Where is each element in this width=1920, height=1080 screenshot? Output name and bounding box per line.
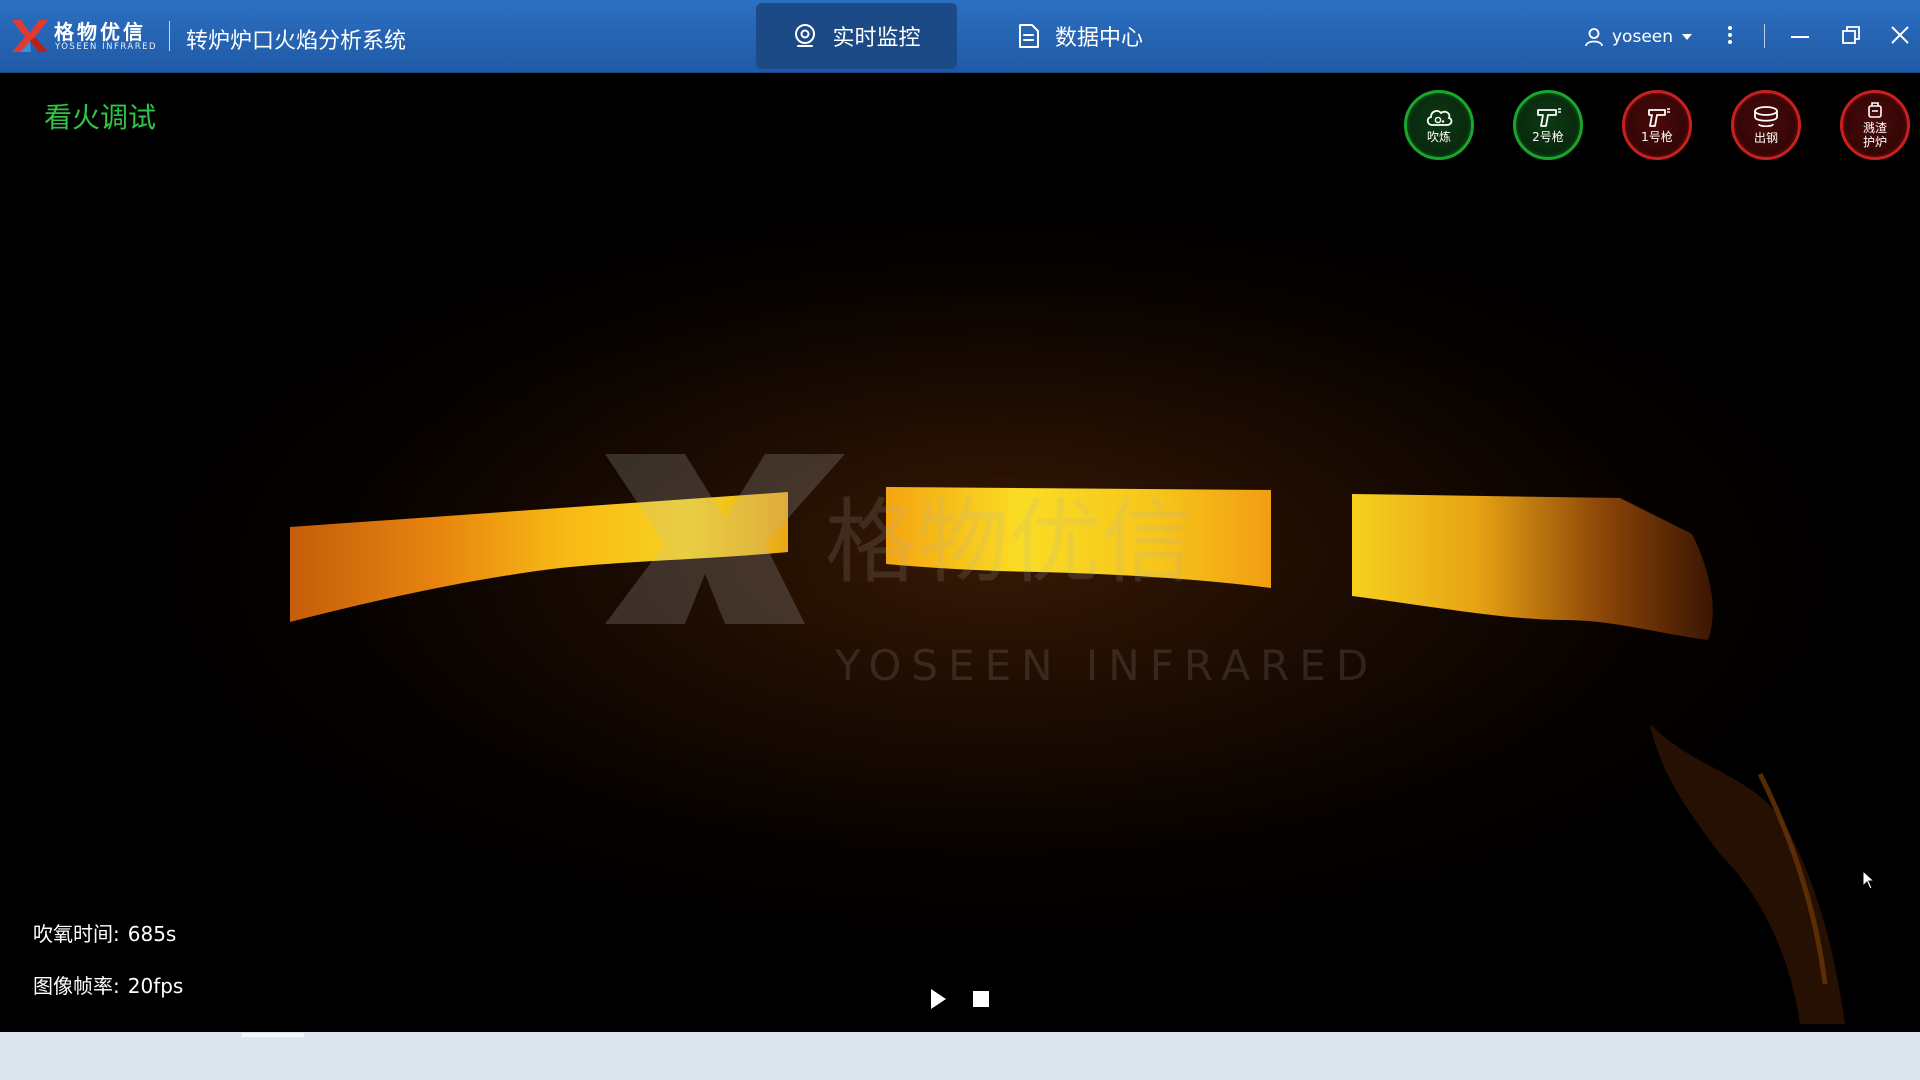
play-button[interactable] [925, 986, 951, 1012]
tab-data-center[interactable]: 数据中心 [980, 3, 1180, 69]
status-slag-splash-button[interactable]: 溅渣 护炉 [1840, 90, 1910, 160]
tab-realtime-monitor-label: 实时监控 [832, 26, 921, 51]
window-controls-divider [1764, 24, 1765, 48]
title-divider [169, 21, 170, 51]
user-menu[interactable]: yoseen [1584, 24, 1693, 50]
lance-1-icon [1648, 108, 1670, 127]
stop-button[interactable] [968, 986, 994, 1012]
status-blowing-button[interactable]: 吹炼 [1404, 90, 1474, 160]
close-button[interactable] [1885, 20, 1915, 50]
lance-2-icon [1537, 108, 1561, 127]
user-name: yoseen [1612, 27, 1674, 47]
tapping-ladle-icon [1754, 106, 1778, 128]
video-feed: 格物优信 YOSEEN INFRARED 看火调试 吹炼 2号枪 1号枪 出钢 … [0, 74, 1920, 1032]
more-vertical-icon [1728, 26, 1732, 44]
oxygen-time-label: 吹氧时间: [33, 922, 120, 946]
play-icon [931, 989, 946, 1009]
minimize-icon [1791, 36, 1809, 38]
restore-icon [1842, 26, 1860, 44]
more-options-button[interactable] [1715, 20, 1745, 50]
tab-realtime-monitor[interactable]: 实时监控 [756, 3, 957, 69]
furnace-flame-image: 格物优信 YOSEEN INFRARED [220, 184, 1845, 1024]
tab-data-center-label: 数据中心 [1054, 26, 1143, 51]
oxygen-cloud-icon [1426, 110, 1453, 126]
brand-name-en: YOSEEN INFRARED [55, 42, 158, 52]
mode-label: 看火调试 [44, 101, 157, 134]
document-icon [1018, 24, 1039, 48]
status-slag-splash-label-1: 溅渣 [1862, 121, 1887, 135]
mouse-cursor-icon [1862, 870, 1876, 890]
brand-name-cn: 格物优信 [54, 20, 146, 44]
status-tapping-label: 出钢 [1753, 131, 1778, 145]
status-tapping-button[interactable]: 出钢 [1731, 90, 1801, 160]
frame-rate-label: 图像帧率: [33, 974, 120, 998]
bottom-strip-tab-indicator [242, 1033, 304, 1037]
brand-logo-icon [12, 20, 48, 52]
stop-icon [973, 991, 989, 1007]
status-slag-splash-label-2: 护炉 [1862, 135, 1887, 149]
oxygen-time-value: 685s [127, 922, 177, 946]
restore-button[interactable] [1836, 20, 1866, 50]
status-lance-1-button[interactable]: 1号枪 [1622, 90, 1692, 160]
status-lance-2-label: 2号枪 [1532, 130, 1564, 144]
bottom-status-strip [0, 1032, 1920, 1080]
monitor-camera-icon [795, 24, 816, 47]
close-icon [1891, 26, 1909, 44]
frame-rate-value: 20fps [127, 974, 184, 998]
chevron-down-icon [1682, 34, 1693, 40]
oxygen-time-readout: 吹氧时间: 685s [33, 918, 176, 947]
status-blowing-label: 吹炼 [1426, 130, 1451, 144]
slag-splash-icon [1868, 102, 1882, 118]
brand-logo: 格物优信 YOSEEN INFRARED [10, 16, 160, 56]
app-title: 转炉炉口火焰分析系统 [186, 29, 407, 54]
minimize-button[interactable] [1785, 20, 1815, 50]
status-lance-2-button[interactable]: 2号枪 [1513, 90, 1583, 160]
frame-rate-readout: 图像帧率: 20fps [33, 970, 183, 999]
status-lance-1-label: 1号枪 [1641, 130, 1673, 144]
watermark-text-en: YOSEEN INFRARED [834, 641, 1378, 690]
title-bar: 格物优信 YOSEEN INFRARED 转炉炉口火焰分析系统 实时监控 数据中… [0, 0, 1920, 73]
watermark-text-cn: 格物优信 [825, 489, 1193, 596]
user-icon [1585, 28, 1603, 47]
